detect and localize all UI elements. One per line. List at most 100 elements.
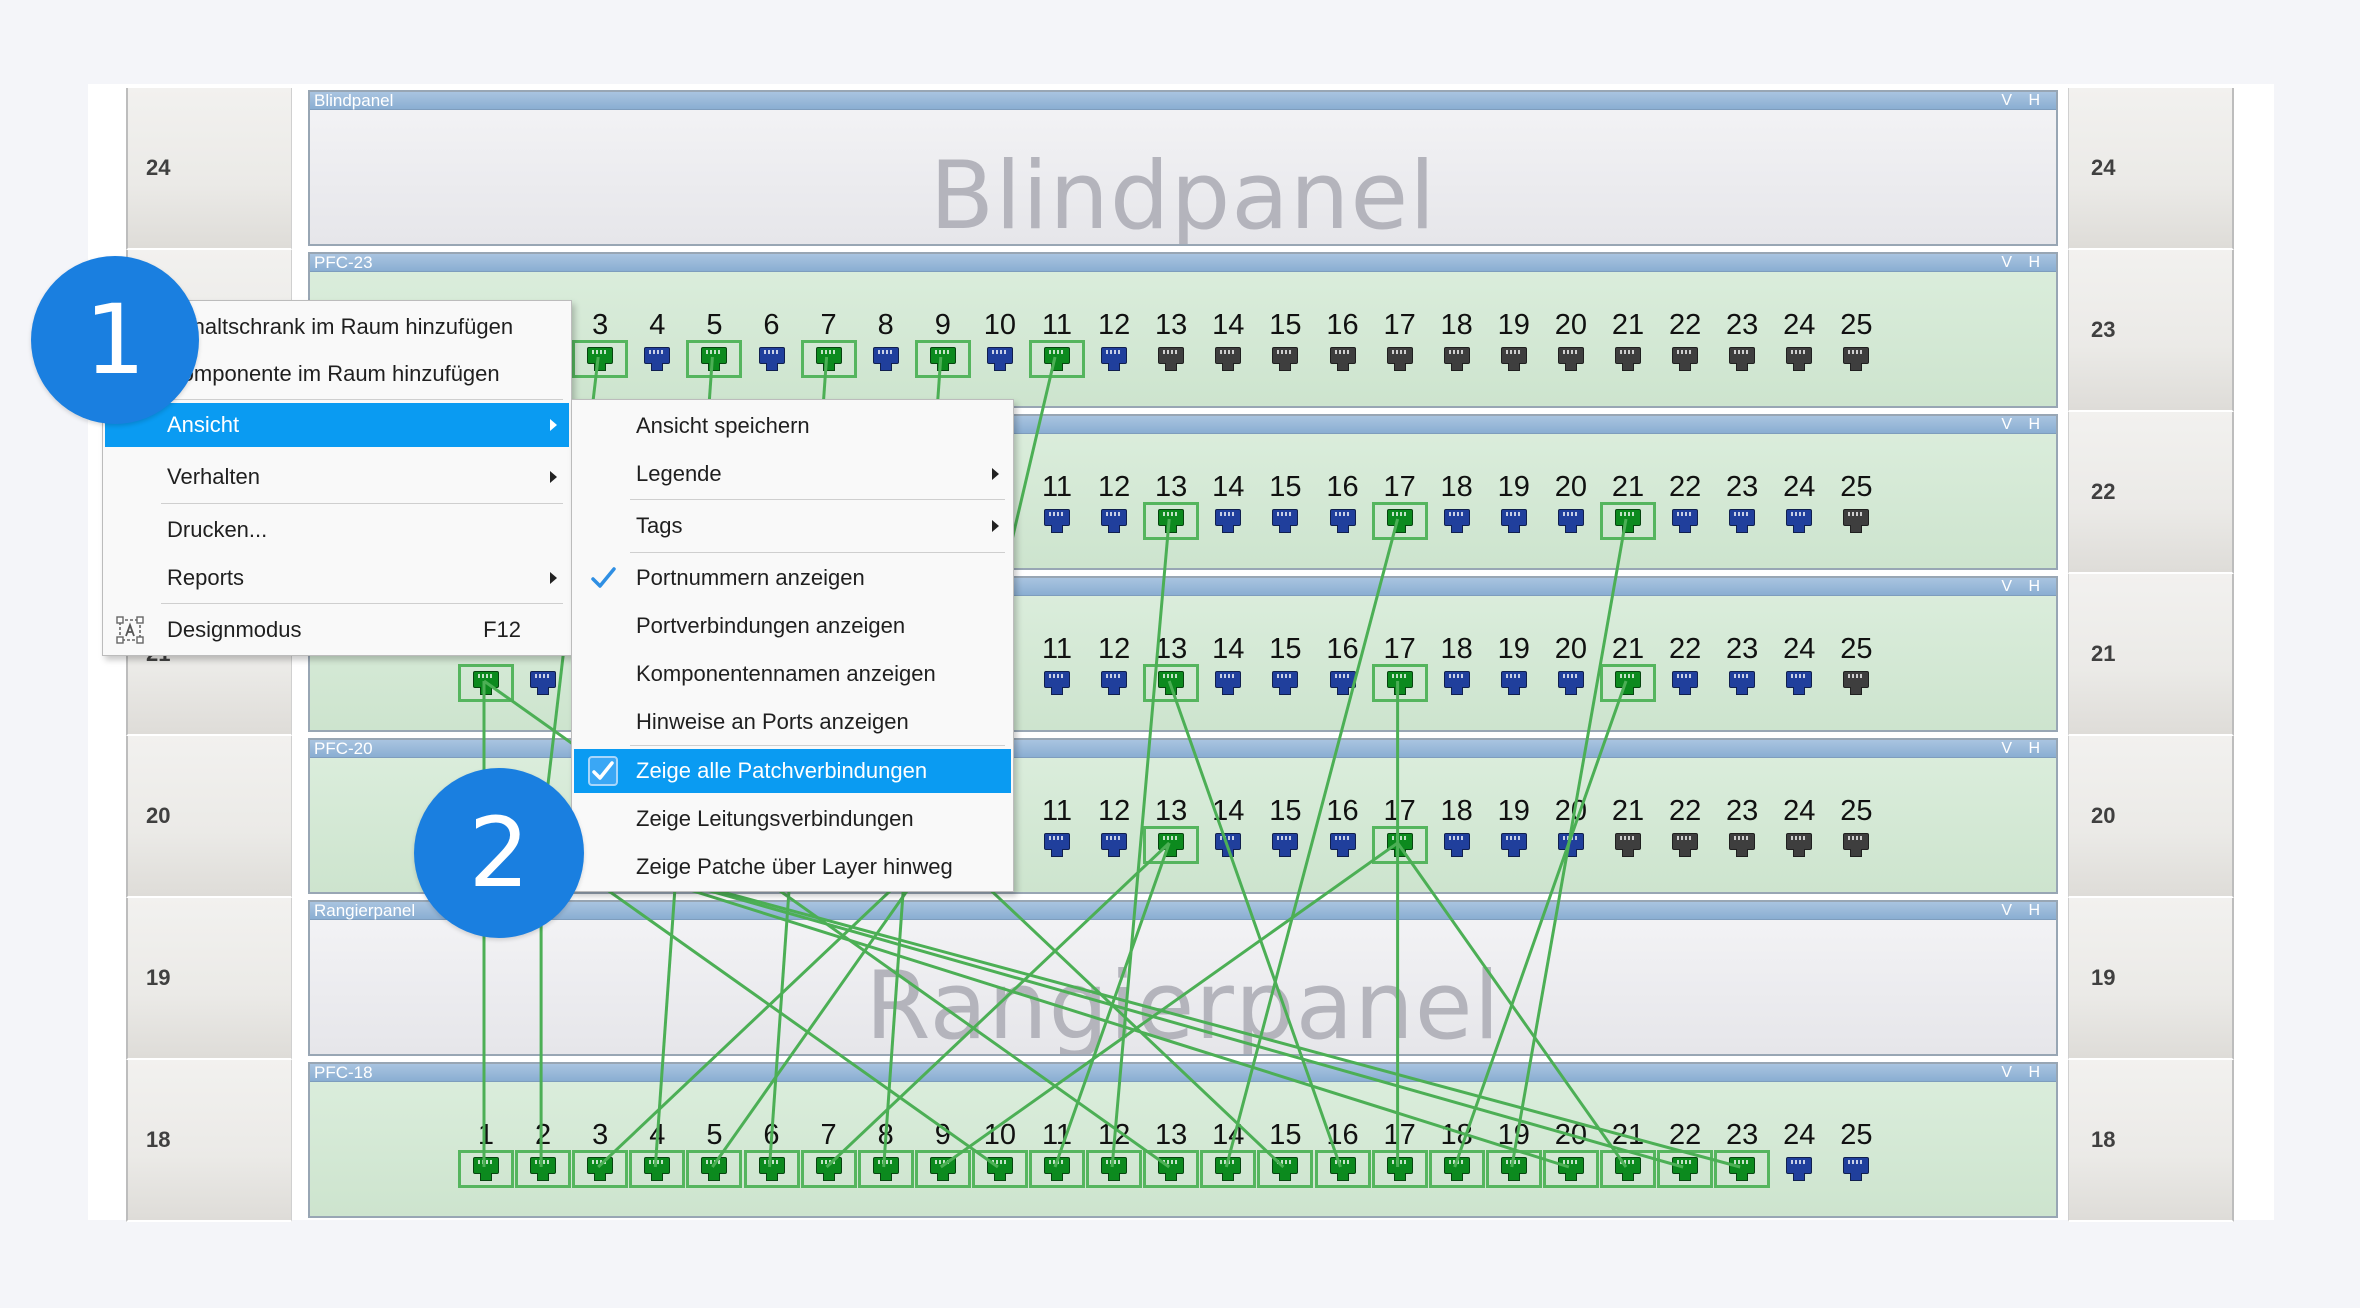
network-port-icon[interactable] (1329, 1156, 1357, 1182)
network-port-icon[interactable] (1043, 1156, 1071, 1182)
network-port-icon[interactable] (1842, 508, 1870, 534)
network-port-icon[interactable] (1614, 346, 1642, 372)
network-port-icon[interactable] (758, 1156, 786, 1182)
network-port-icon[interactable] (1157, 670, 1185, 696)
network-port-icon[interactable] (1728, 832, 1756, 858)
submenu-item-save-view[interactable]: Ansicht speichern (574, 404, 1011, 448)
submenu-item-show-port-numbers[interactable]: Portnummern anzeigen (574, 556, 1011, 600)
network-port-icon[interactable] (1671, 508, 1699, 534)
network-port-icon[interactable] (643, 346, 671, 372)
menu-item-behavior[interactable]: Verhalten (105, 455, 569, 499)
network-port-icon[interactable] (1386, 1156, 1414, 1182)
network-port-icon[interactable] (472, 1156, 500, 1182)
network-port-icon[interactable] (815, 1156, 843, 1182)
network-port-icon[interactable] (1614, 1156, 1642, 1182)
network-port-icon[interactable] (1271, 670, 1299, 696)
network-port-icon[interactable] (1386, 346, 1414, 372)
network-port-icon[interactable] (1329, 346, 1357, 372)
network-port-icon[interactable] (1043, 346, 1071, 372)
network-port-icon[interactable] (1614, 670, 1642, 696)
panel-view-toggle[interactable]: V H (2001, 579, 2046, 595)
submenu-item-show-component-names[interactable]: Komponentennamen anzeigen (574, 652, 1011, 696)
network-port-icon[interactable] (529, 1156, 557, 1182)
submenu-item-show-cross-layer-patches[interactable]: Zeige Patche über Layer hinweg (574, 845, 1011, 889)
submenu-item-show-port-connections[interactable]: Portverbindungen anzeigen (574, 604, 1011, 648)
menu-item-reports[interactable]: Reports (105, 556, 569, 600)
network-port-icon[interactable] (1557, 832, 1585, 858)
patch-panel[interactable]: PFC-18 V H 1 2 3 4 5 6 7 8 9 10 11 12 13 14 15 16 17 18 19 20… (308, 1062, 2058, 1218)
network-port-icon[interactable] (1500, 508, 1528, 534)
network-port-icon[interactable] (529, 670, 557, 696)
network-port-icon[interactable] (472, 670, 500, 696)
panel-view-toggle[interactable]: V H (2001, 741, 2046, 757)
network-port-icon[interactable] (1785, 670, 1813, 696)
network-port-icon[interactable] (700, 346, 728, 372)
network-port-icon[interactable] (1443, 1156, 1471, 1182)
network-port-icon[interactable] (1214, 346, 1242, 372)
network-port-icon[interactable] (1214, 832, 1242, 858)
submenu-item-legend[interactable]: Legende (574, 452, 1011, 496)
blind-panel[interactable]: Rangierpanel V H Rangierpanel (308, 900, 2058, 1056)
network-port-icon[interactable] (1557, 1156, 1585, 1182)
panel-view-toggle[interactable]: V H (2001, 255, 2046, 271)
panel-view-toggle[interactable]: V H (2001, 93, 2046, 109)
network-port-icon[interactable] (1100, 832, 1128, 858)
network-port-icon[interactable] (1043, 670, 1071, 696)
network-port-icon[interactable] (1614, 832, 1642, 858)
network-port-icon[interactable] (1271, 508, 1299, 534)
network-port-icon[interactable] (1671, 346, 1699, 372)
panel-header[interactable]: PFC-23 V H (310, 254, 2056, 272)
network-port-icon[interactable] (1785, 508, 1813, 534)
network-port-icon[interactable] (1214, 1156, 1242, 1182)
network-port-icon[interactable] (1043, 832, 1071, 858)
network-port-icon[interactable] (1443, 508, 1471, 534)
network-port-icon[interactable] (1500, 1156, 1528, 1182)
network-port-icon[interactable] (1157, 1156, 1185, 1182)
network-port-icon[interactable] (1329, 832, 1357, 858)
network-port-icon[interactable] (1728, 670, 1756, 696)
network-port-icon[interactable] (1785, 1156, 1813, 1182)
network-port-icon[interactable] (1443, 346, 1471, 372)
network-port-icon[interactable] (1443, 832, 1471, 858)
network-port-icon[interactable] (1157, 508, 1185, 534)
network-port-icon[interactable] (1728, 1156, 1756, 1182)
network-port-icon[interactable] (1557, 670, 1585, 696)
panel-header[interactable]: Blindpanel V H (310, 92, 2056, 110)
network-port-icon[interactable] (1671, 832, 1699, 858)
view-submenu[interactable]: Ansicht speichern Legende Tags Portnummern … (571, 399, 1014, 892)
menu-item-design-mode[interactable]: Designmodus F12 (105, 608, 569, 652)
menu-item-view[interactable]: Ansicht (105, 403, 569, 447)
network-port-icon[interactable] (1157, 346, 1185, 372)
network-port-icon[interactable] (1842, 670, 1870, 696)
network-port-icon[interactable] (586, 346, 614, 372)
panel-view-toggle[interactable]: V H (2001, 1065, 2046, 1081)
network-port-icon[interactable] (1557, 346, 1585, 372)
network-port-icon[interactable] (1329, 670, 1357, 696)
blind-panel[interactable]: Blindpanel V H Blindpanel (308, 90, 2058, 246)
network-port-icon[interactable] (1842, 346, 1870, 372)
network-port-icon[interactable] (1728, 346, 1756, 372)
network-port-icon[interactable] (1100, 1156, 1128, 1182)
network-port-icon[interactable] (643, 1156, 671, 1182)
submenu-item-show-all-patches[interactable]: Zeige alle Patchverbindungen (574, 749, 1011, 793)
network-port-icon[interactable] (1214, 508, 1242, 534)
network-port-icon[interactable] (1271, 832, 1299, 858)
network-port-icon[interactable] (758, 346, 786, 372)
network-port-icon[interactable] (1100, 670, 1128, 696)
network-port-icon[interactable] (700, 1156, 728, 1182)
network-port-icon[interactable] (1614, 508, 1642, 534)
network-port-icon[interactable] (1671, 1156, 1699, 1182)
panel-header[interactable]: PFC-18 V H (310, 1064, 2056, 1082)
menu-item-print[interactable]: Drucken... (105, 508, 569, 552)
network-port-icon[interactable] (1386, 508, 1414, 534)
network-port-icon[interactable] (1842, 832, 1870, 858)
network-port-icon[interactable] (1500, 832, 1528, 858)
network-port-icon[interactable] (1557, 508, 1585, 534)
network-port-icon[interactable] (1728, 508, 1756, 534)
network-port-icon[interactable] (1671, 670, 1699, 696)
network-port-icon[interactable] (872, 1156, 900, 1182)
network-port-icon[interactable] (1043, 508, 1071, 534)
network-port-icon[interactable] (1271, 346, 1299, 372)
network-port-icon[interactable] (1214, 670, 1242, 696)
network-port-icon[interactable] (1785, 832, 1813, 858)
